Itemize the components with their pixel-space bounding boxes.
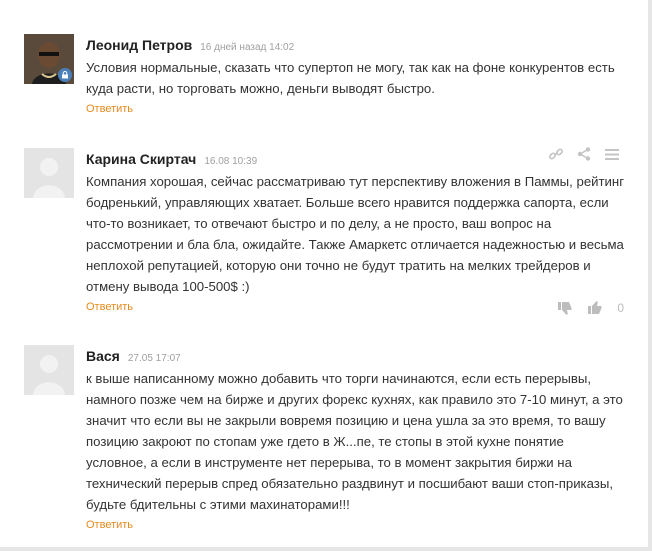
- comment-text: Условия нормальные, сказать что супертоп…: [86, 60, 615, 96]
- reply-button[interactable]: Ответить: [86, 103, 624, 115]
- comment-actions: [548, 146, 620, 162]
- comment-text: Компания хорошая, сейчас рассматриваю ту…: [86, 174, 625, 294]
- comment-date[interactable]: 16.08 10:39: [204, 156, 257, 167]
- comment-date[interactable]: 27.05 17:07: [128, 353, 181, 364]
- comment-header: Карина Скиртач 16.08 10:39: [86, 148, 624, 170]
- share-icon[interactable]: [576, 146, 592, 162]
- vote-controls: 0: [557, 300, 624, 316]
- thumbs-down-icon[interactable]: [557, 300, 573, 316]
- comment-author[interactable]: Вася: [86, 348, 120, 364]
- page-edge-bottom: [0, 547, 652, 551]
- comment-text: к выше написанному можно добавить что то…: [86, 371, 623, 512]
- reply-button[interactable]: Ответить: [86, 519, 624, 531]
- comment-author[interactable]: Леонид Петров: [86, 37, 192, 53]
- avatar[interactable]: [24, 345, 74, 395]
- lock-badge-icon: [58, 68, 72, 82]
- link-icon[interactable]: [548, 146, 564, 162]
- menu-icon[interactable]: [604, 146, 620, 162]
- default-avatar-icon: [24, 148, 74, 198]
- page-edge-right: [648, 0, 652, 551]
- comment-body: Карина Скиртач 16.08 10:39 Компания хорош…: [86, 146, 625, 321]
- comment-date[interactable]: 16 дней назад 14:02: [200, 42, 294, 53]
- vote-count: 0: [617, 301, 624, 315]
- avatar[interactable]: [24, 148, 74, 198]
- comment-header: Леонид Петров 16 дней назад 14:02: [86, 34, 624, 56]
- comment-header: Вася 27.05 17:07: [86, 345, 624, 367]
- avatar[interactable]: [24, 34, 74, 84]
- comment-body: Вася 27.05 17:07 к выше написанному можно…: [86, 345, 624, 531]
- comment-body: Леонид Петров 16 дней назад 14:02 Условия…: [86, 34, 624, 115]
- reply-button[interactable]: Ответить: [86, 301, 624, 313]
- thumbs-up-icon[interactable]: [587, 300, 603, 316]
- default-avatar-icon: [24, 345, 74, 395]
- comment-author[interactable]: Карина Скиртач: [86, 151, 196, 167]
